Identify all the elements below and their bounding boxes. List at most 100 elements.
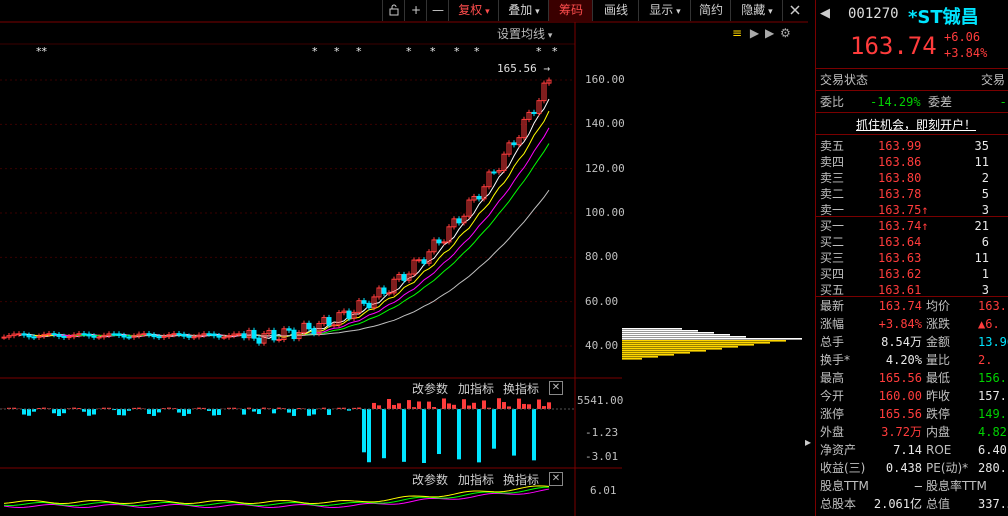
candle-body [346,310,352,319]
y-axis-tick: 160.00 [585,73,625,86]
event-star-marker[interactable]: * [430,45,436,58]
event-star-marker[interactable]: * [536,45,542,58]
indicator-bar [242,409,246,415]
ask-price: 163.80 [878,171,922,185]
zoom-in-button[interactable]: + [404,0,427,21]
bid-volume: 6 [981,235,989,249]
event-star-marker[interactable]: * [552,45,558,58]
stock-name: *ST铖昌 [908,7,979,28]
event-star-marker[interactable]: ** [36,45,47,58]
stat-value: 4.82 [978,425,1007,439]
gear-icon[interactable]: ⚙ [780,26,791,40]
ask-row[interactable]: 卖五 163.99 35 [816,138,1008,154]
ask-row[interactable]: 卖三 163.80 2 [816,170,1008,186]
stat-label: 总值 [926,497,951,511]
candle-body [311,328,317,335]
restore-rights-dropdown[interactable]: 复权 ▾ [448,0,499,21]
indicator-bar [362,409,366,453]
candle-body [216,335,222,338]
indicator-bar [517,398,521,409]
candle-body [241,333,247,339]
stat-value: 2. [978,353,993,367]
indicator-bar [442,398,446,409]
stat-row: 涨幅 +3.84% 涨跌 ▲6. [816,316,1008,332]
chip-flag-icon[interactable]: ▶ [750,26,759,40]
back-arrow-icon[interactable]: ◀ [820,6,830,21]
stat-row: 最新 163.74 均价 163. [816,298,1008,314]
candle-body [511,142,517,146]
indicator-bar [312,409,316,415]
restore-rights-label: 复权 [458,3,483,17]
chip-list-icon[interactable]: ≡ [732,26,742,40]
bid-row[interactable]: 买三 163.63 11 [816,250,1008,266]
sub2-switch-indicator-button[interactable]: 换指标 [503,471,539,488]
sub1-tick-0: 5541.00 [577,394,624,407]
event-star-marker[interactable]: * [334,45,340,58]
candle-body [291,329,297,340]
chip-distribution-panel[interactable]: ≡ ▶ ▶ ⚙ ▸ [622,0,811,516]
ask-price: 163.86 [878,155,922,169]
event-star-marker[interactable]: * [474,45,480,58]
stat-row: 换手* 4.20% 量比 2. [816,352,1008,368]
candle-body [361,300,367,304]
candle-body [416,259,422,262]
indicator-bar [522,403,526,409]
candle-body [441,241,447,244]
event-star-marker[interactable]: * [312,45,318,58]
stat-row: 总股本 2.061亿总值 337.5 [816,496,1008,512]
overlay-label: 叠加 [508,3,533,17]
sub1-change-params-button[interactable]: 改参数 [412,380,448,397]
chip-flag2-icon[interactable]: ▶ [765,26,774,40]
chip-bar [622,340,786,342]
candle-body [161,335,167,338]
candle-body [1,336,7,339]
bid-row[interactable]: 买四 163.62 1 [816,266,1008,282]
ask-label: 卖四 [820,155,845,169]
chips-button[interactable]: 筹码 [548,0,593,21]
bid-label: 买二 [820,235,845,249]
bid-row[interactable]: 买一 163.74↑ 21 [816,218,1008,234]
indicator-bar [212,409,216,416]
ma-settings-button[interactable]: 设置均线 ▾ [497,25,552,42]
event-star-marker[interactable]: * [356,45,362,58]
chip-bar [622,330,698,332]
sub1-tick-1: -1.23 [585,426,619,439]
sub1-add-indicator-button[interactable]: 加指标 [458,380,494,397]
ask-row[interactable]: 卖二 163.78 5 [816,186,1008,202]
ask-label: 卖二 [820,187,845,201]
chip-bar [622,338,802,340]
y-axis-tick: 120.00 [585,161,625,175]
ma-settings-label: 设置均线 [497,27,546,41]
stat-label: PE(动)* [926,461,969,475]
kline-chart-area[interactable]: 160.00 140.00 120.00 100.00 80.00 60.00 40.00 … [0,0,625,516]
stat-label: 涨停 [820,407,845,421]
bid-volume: 21 [974,219,989,233]
ask-volume: 2 [981,171,989,185]
indicator-bar [407,400,411,409]
open-account-link[interactable]: 抓住机会，即刻开户！ [856,116,976,133]
sub2-change-params-button[interactable]: 改参数 [412,471,448,488]
ask-row[interactable]: 卖四 163.86 11 [816,154,1008,170]
stat-value: 165.56 [878,407,922,421]
sub1-switch-indicator-button[interactable]: 换指标 [503,380,539,397]
moving-average-line [33,110,550,338]
bid-row[interactable]: 买二 163.64 6 [816,234,1008,250]
overlay-dropdown[interactable]: 叠加 ▾ [498,0,549,21]
sub1-close-icon[interactable]: ✕ [549,381,563,395]
indicator-bar [217,409,221,415]
expand-panel-icon[interactable]: ▸ [805,435,811,449]
stat-row: 涨停 165.56 跌停 149. [816,406,1008,422]
indicator-bar [92,409,96,415]
event-star-marker[interactable]: * [454,45,460,58]
zoom-out-button[interactable]: — [426,0,449,21]
stat-value: 3.72万 [881,425,922,439]
stat-label: 最新 [820,299,845,313]
bid-label: 买四 [820,267,845,281]
event-star-marker[interactable]: * [406,45,412,58]
sub2-add-indicator-button[interactable]: 加指标 [458,471,494,488]
kline-svg[interactable] [0,0,622,516]
lock-icon[interactable] [382,0,405,21]
sub2-close-icon[interactable]: ✕ [549,472,563,486]
chip-bar [622,352,690,354]
indicator-line [3,486,550,507]
